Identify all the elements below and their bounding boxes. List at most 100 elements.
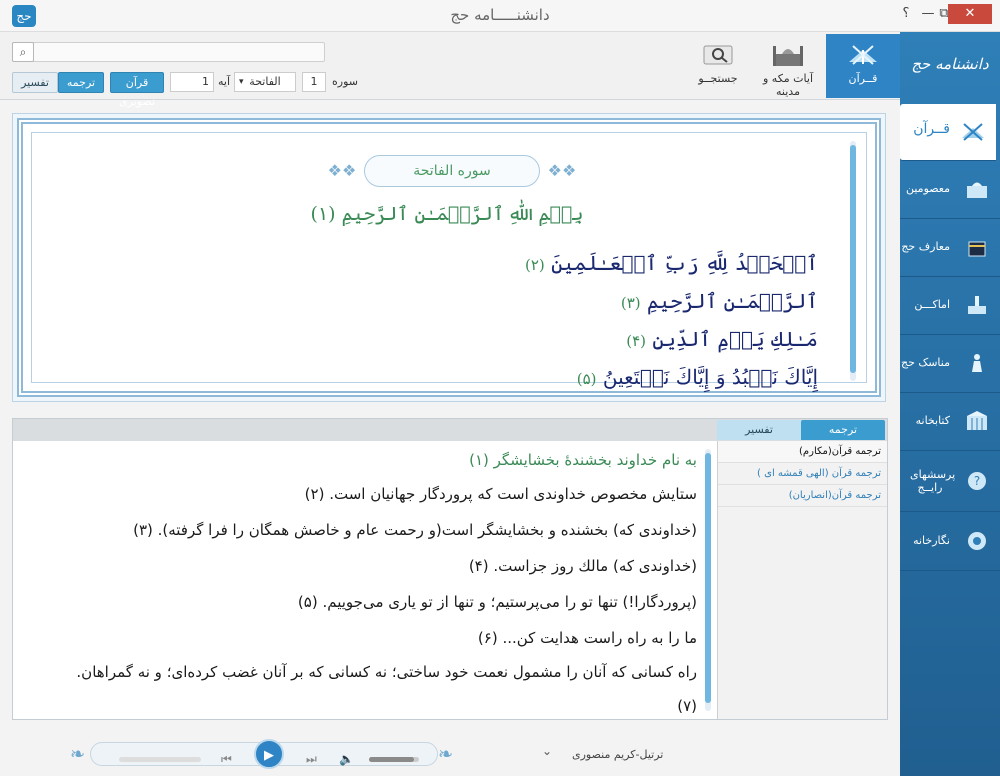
aya-number: (۵) <box>576 370 597 388</box>
quran-scrollbar-thumb[interactable] <box>850 145 856 373</box>
tarjome-button[interactable]: ترجمه <box>58 72 104 93</box>
translation-header: ترجمه تفسیر <box>13 419 887 441</box>
minimize-button[interactable]: — <box>918 6 938 21</box>
translation-line: ستایش مخصوص خداوندی است که پروردگار جهان… <box>304 485 697 503</box>
aya-text: مَـٰلِكِ یَوۡمِ ٱلدِّینِ <box>652 327 818 351</box>
search-book-icon <box>703 45 733 65</box>
reciter-dropdown-icon[interactable]: ⌄ <box>542 744 552 758</box>
quran-text-area: ❖❖ سوره الفاتحة ❖❖ بِسۡمِ اللّٰهِ ٱلرَّح… <box>31 132 867 389</box>
sura-select-value: الفاتحة <box>249 75 281 88</box>
sidebar-item-label: معصومین <box>905 182 950 195</box>
tab-tafsir[interactable]: تفسیر <box>717 420 801 440</box>
sidebar-item-label: قــرآن <box>913 121 950 137</box>
aya-line[interactable]: ٱلرَّحۡمَـٰنِ ٱلرَّحِیمِ (۳) <box>621 289 818 313</box>
sidebar: دانشنامه حج قــرآن معصومین معارف حج اماک… <box>900 32 1000 776</box>
prev-icon[interactable]: ⏮ <box>221 752 232 767</box>
quran-icon <box>849 45 877 65</box>
shrine-icon <box>967 182 987 198</box>
sidebar-item-label: پرسشهای رایــج <box>910 468 956 494</box>
aya-line[interactable]: إِیَّاكَ نَعۡبُدُ وَ إِیَّاكَ نَسۡتَعِین… <box>577 365 818 389</box>
aya-number: (۴) <box>626 332 647 350</box>
translation-source-list: ترجمه قرآن(مکارم) ترجمه قرآن (الهی قمشه … <box>717 441 887 719</box>
sidebar-item-library[interactable]: کتابخانه <box>900 394 1000 451</box>
sura-number-input[interactable]: 1 <box>302 72 326 92</box>
volume-fill <box>369 757 414 762</box>
search-input[interactable] <box>12 42 325 62</box>
help-button[interactable]: ؟ <box>896 6 916 21</box>
ornament-left-icon: ❖❖ <box>327 161 357 180</box>
tafsir-button[interactable]: تفسیر <box>12 72 58 93</box>
sidebar-item-masoomin[interactable]: معصومین <box>900 162 1000 219</box>
tab-quran[interactable]: قــرآن <box>826 34 900 98</box>
volume-icon[interactable]: 🔈 <box>339 752 354 766</box>
volume-slider[interactable] <box>369 757 419 762</box>
list-item[interactable]: ترجمه قرآن (الهی قمشه ای ) <box>718 463 887 485</box>
list-item[interactable]: ترجمه قرآن(مکارم) <box>718 441 887 463</box>
kaaba-icon <box>968 241 986 257</box>
toolbar: ⌕ تفسیر ترجمه قرآن تصویری 1 آیه ▾ الفاتح… <box>0 32 900 108</box>
basmala: بِسۡمِ اللّٰهِ ٱلرَّحۡمَـٰنِ ٱلرَّحِیمِ … <box>310 203 584 225</box>
sidebar-item-label: کتابخانه <box>915 414 950 427</box>
mosque-icon <box>773 46 803 66</box>
ornament-right-icon: ❧ <box>438 744 454 765</box>
sidebar-item-amaken[interactable]: اماکـــن <box>900 278 1000 335</box>
aya-line[interactable]: ٱلۡحَمۡدُ لِلَّهِ رَبِّ ٱلۡعَـٰلَمِینَ (… <box>525 251 818 275</box>
sidebar-item-gallery[interactable]: نگارخانه <box>900 514 1000 571</box>
aya-input[interactable]: 1 <box>170 72 214 92</box>
sidebar-item-quran[interactable]: قــرآن <box>900 104 996 161</box>
sidebar-item-faq[interactable]: ? پرسشهای رایــج <box>900 452 1000 512</box>
ornament-left-icon: ❧ <box>70 744 86 765</box>
tab-quran-label: قــرآن <box>848 72 878 85</box>
aya-text: ٱلرَّحۡمَـٰنِ ٱلرَّحِیمِ <box>647 289 818 313</box>
pilgrim-icon <box>972 354 982 372</box>
sidebar-item-manasek[interactable]: مناسک حج <box>900 336 1000 393</box>
translation-panel: ترجمه تفسیر به نام خداوند بخشندهٔ بخشایش… <box>12 418 888 720</box>
aya-text: ٱلۡحَمۡدُ لِلَّهِ رَبِّ ٱلۡعَـٰلَمِینَ <box>551 251 818 275</box>
faq-icon: ? <box>968 472 986 490</box>
ornament-right-icon: ❖❖ <box>547 161 577 180</box>
aya-text: إِیَّاكَ نَعۡبُدُ وَ إِیَّاكَ نَسۡتَعِین… <box>602 365 818 389</box>
aya-label: آیه <box>218 75 231 88</box>
sura-label: سوره <box>332 75 358 88</box>
quran-border-frame: ❖❖ سوره الفاتحة ❖❖ بِسۡمِ اللّٰهِ ٱلرَّح… <box>17 118 881 397</box>
quran-icon <box>962 123 984 141</box>
aya-number: (۳) <box>620 294 641 312</box>
aya-number: (۲) <box>524 256 545 274</box>
sura-select[interactable]: ▾ الفاتحة <box>234 72 296 92</box>
tab-mecca-medina-label: آیات مکه و مدینه <box>763 72 813 98</box>
close-button[interactable]: ✕ <box>948 4 992 24</box>
translation-scrollbar[interactable] <box>705 449 711 711</box>
translation-line: (۷) <box>677 697 697 715</box>
translation-line: به نام خداوند بخشندهٔ بخشایشگر (۱) <box>469 451 697 469</box>
translation-line: (پروردگارا!) تنها تو را می‌پرستیم؛ و تنه… <box>297 593 697 611</box>
quran-tasviri-button[interactable]: قرآن تصویری <box>110 72 164 108</box>
tab-search-label: جستجــو <box>698 72 738 85</box>
aya-line[interactable]: مَـٰلِكِ یَوۡمِ ٱلدِّینِ (۴) <box>626 327 818 351</box>
chevron-down-icon: ▾ <box>239 77 244 87</box>
sidebar-item-label: مناسک حج <box>900 356 950 369</box>
play-button[interactable]: ▶ <box>254 739 284 769</box>
title-bar: حج دانشنـــــامه حج ؟ ⧉ — ✕ <box>0 0 1000 32</box>
translation-line: راه کسانی که آنان را مشمول نعمت خود ساخت… <box>76 663 697 681</box>
minaret-icon <box>968 296 986 314</box>
tab-tarjome[interactable]: ترجمه <box>801 420 885 440</box>
sidebar-item-label: نگارخانه <box>913 534 950 547</box>
tab-mecca-medina[interactable]: آیات مکه و مدینه <box>752 34 824 98</box>
progress-bar[interactable] <box>119 757 201 762</box>
search-icon[interactable]: ⌕ <box>12 42 34 62</box>
window-title: دانشنـــــامه حج <box>450 6 550 24</box>
reciter-select[interactable]: ترتیل-کریم منصوری <box>572 748 663 761</box>
quran-scrollbar[interactable] <box>850 141 856 381</box>
sidebar-item-maaref[interactable]: معارف حج <box>900 220 1000 277</box>
translation-scrollbar-thumb[interactable] <box>705 453 711 703</box>
next-icon[interactable]: ⏭ <box>306 752 317 767</box>
sidebar-item-label: اماکـــن <box>914 298 950 311</box>
quran-panel: ❖❖ سوره الفاتحة ❖❖ بِسۡمِ اللّٰهِ ٱلرَّح… <box>12 113 886 402</box>
app-brand-logo: دانشنامه حج <box>911 55 989 73</box>
sura-title: سوره الفاتحة <box>364 155 540 187</box>
list-item[interactable]: ترجمه قرآن(انصاریان) <box>718 485 887 507</box>
library-icon <box>967 411 987 430</box>
translation-line: (خداوندی که) بخشنده و بخشایشگر است(و رحم… <box>133 521 697 539</box>
translation-line: (خداوندی که) مالك روز جزاست. (۴) <box>468 557 697 575</box>
tab-search[interactable]: جستجــو <box>690 34 746 98</box>
